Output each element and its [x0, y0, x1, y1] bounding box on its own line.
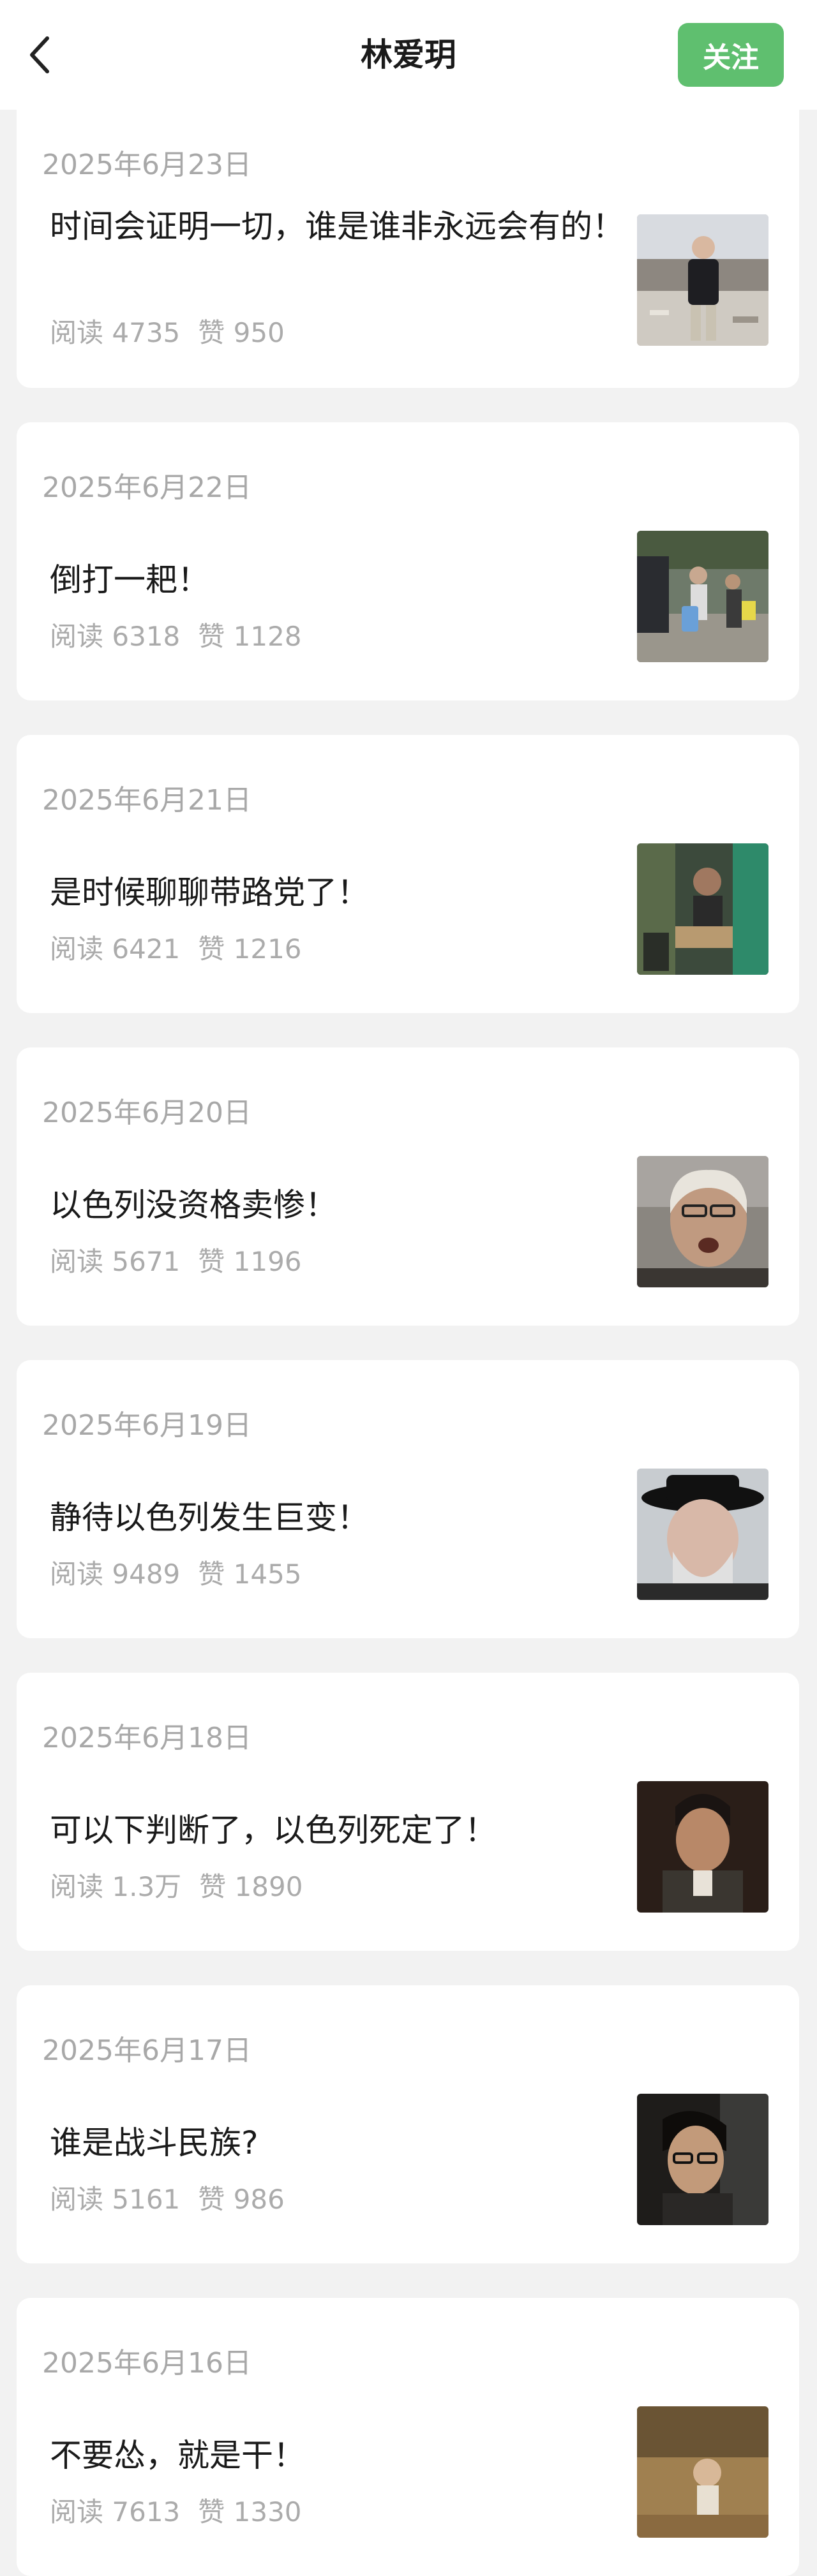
article-card[interactable]: 2025年6月18日 可以下判断了，以色列死定了！ 阅读 1.3万赞 1890 [17, 1673, 799, 1951]
like-label: 赞 [198, 317, 225, 348]
article-card[interactable]: 2025年6月16日 不要怂，就是干！ 阅读 7613 赞 1330 [17, 2298, 799, 2576]
article-stats: 阅读 1.3万赞 1890 [50, 1865, 303, 1904]
article-title[interactable]: 不要怂，就是干！ [50, 2434, 624, 2476]
follow-button[interactable]: 关注 [678, 23, 784, 87]
article-thumbnail[interactable] [637, 531, 768, 662]
thumbnail-image [637, 2094, 768, 2225]
article-date: 2025年6月22日 [42, 471, 251, 504]
article-title[interactable]: 时间会证明一切，谁是谁非永远会有的！ [50, 205, 624, 248]
read-count: 7613 [112, 2496, 181, 2528]
like-label: 赞 [198, 2184, 225, 2215]
chevron-left-icon [30, 36, 49, 73]
article-stats: 阅读 7613 赞 1330 [50, 2491, 302, 2529]
article-stats: 阅读 6421 赞 1216 [50, 928, 302, 966]
article-card[interactable]: 2025年6月19日 静待以色列发生巨变！ 阅读 9489 赞 1455 [17, 1360, 799, 1638]
article-card[interactable]: 2025年6月23日 时间会证明一切，谁是谁非永远会有的！ 阅读 4735 赞 9… [17, 110, 799, 388]
thumbnail-image [637, 843, 768, 975]
like-count: 950 [233, 317, 285, 348]
article-date: 2025年6月20日 [42, 1097, 251, 1129]
article-stats: 阅读 4735 赞 950 [50, 311, 285, 350]
article-card[interactable]: 2025年6月17日 谁是战斗民族? 阅读 5161 赞 986 [17, 1985, 799, 2263]
thumbnail-image [637, 2406, 768, 2538]
back-button[interactable] [18, 28, 61, 82]
read-label: 阅读 [50, 1871, 104, 1902]
like-label: 赞 [198, 1558, 225, 1590]
article-date: 2025年6月23日 [42, 149, 251, 181]
article-title[interactable]: 以色列没资格卖惨！ [50, 1184, 624, 1226]
read-label: 阅读 [50, 1558, 104, 1590]
article-title[interactable]: 静待以色列发生巨变！ [50, 1497, 624, 1539]
read-count: 6421 [112, 933, 181, 965]
article-title[interactable]: 是时候聊聊带路党了！ [50, 871, 624, 914]
read-count: 5671 [112, 1246, 181, 1277]
read-label: 阅读 [50, 317, 104, 348]
top-bar: 林爱玥 关注 [0, 0, 817, 110]
article-thumbnail[interactable] [637, 214, 768, 346]
article-date: 2025年6月21日 [42, 784, 251, 817]
like-label: 赞 [198, 1246, 225, 1277]
article-thumbnail[interactable] [637, 1156, 768, 1287]
thumbnail-image [637, 214, 768, 346]
like-label: 赞 [199, 1871, 227, 1902]
article-date: 2025年6月18日 [42, 1722, 251, 1754]
article-stats: 阅读 9489 赞 1455 [50, 1553, 302, 1592]
like-count: 1890 [234, 1871, 303, 1902]
read-count: 5161 [112, 2184, 181, 2215]
thumbnail-image [637, 1781, 768, 1913]
read-label: 阅读 [50, 2184, 104, 2215]
thumbnail-image [637, 1156, 768, 1287]
like-count: 1128 [233, 621, 302, 652]
article-date: 2025年6月19日 [42, 1409, 251, 1442]
article-date: 2025年6月17日 [42, 2034, 251, 2067]
like-label: 赞 [198, 621, 225, 652]
article-thumbnail[interactable] [637, 1469, 768, 1600]
article-card[interactable]: 2025年6月22日 倒打一耙！ 阅读 6318 赞 1128 [17, 422, 799, 700]
like-label: 赞 [198, 933, 225, 965]
read-label: 阅读 [50, 621, 104, 652]
read-count: 9489 [112, 1558, 181, 1590]
article-title[interactable]: 谁是战斗民族? [50, 2122, 624, 2164]
like-label: 赞 [198, 2496, 225, 2528]
article-thumbnail[interactable] [637, 2094, 768, 2225]
read-count: 4735 [112, 317, 181, 348]
article-card[interactable]: 2025年6月21日 是时候聊聊带路党了！ 阅读 6421 赞 1216 [17, 735, 799, 1013]
read-label: 阅读 [50, 1246, 104, 1277]
article-card[interactable]: 2025年6月20日 以色列没资格卖惨！ 阅读 5671 赞 1196 [17, 1047, 799, 1326]
read-count: 1.3万 [112, 1871, 182, 1902]
like-count: 1216 [233, 933, 302, 965]
article-stats: 阅读 6318 赞 1128 [50, 615, 302, 654]
thumbnail-image [637, 531, 768, 662]
article-stats: 阅读 5671 赞 1196 [50, 1240, 302, 1279]
article-thumbnail[interactable] [637, 2406, 768, 2538]
like-count: 1330 [233, 2496, 302, 2528]
article-title[interactable]: 倒打一耙！ [50, 559, 624, 601]
article-stats: 阅读 5161 赞 986 [50, 2178, 285, 2217]
article-title[interactable]: 可以下判断了，以色列死定了！ [50, 1809, 624, 1851]
read-label: 阅读 [50, 2496, 104, 2528]
thumbnail-image [637, 1469, 768, 1600]
like-count: 1455 [233, 1558, 302, 1590]
read-count: 6318 [112, 621, 181, 652]
read-label: 阅读 [50, 933, 104, 965]
article-thumbnail[interactable] [637, 843, 768, 975]
like-count: 1196 [233, 1246, 302, 1277]
article-thumbnail[interactable] [637, 1781, 768, 1913]
article-date: 2025年6月16日 [42, 2347, 251, 2380]
like-count: 986 [233, 2184, 285, 2215]
